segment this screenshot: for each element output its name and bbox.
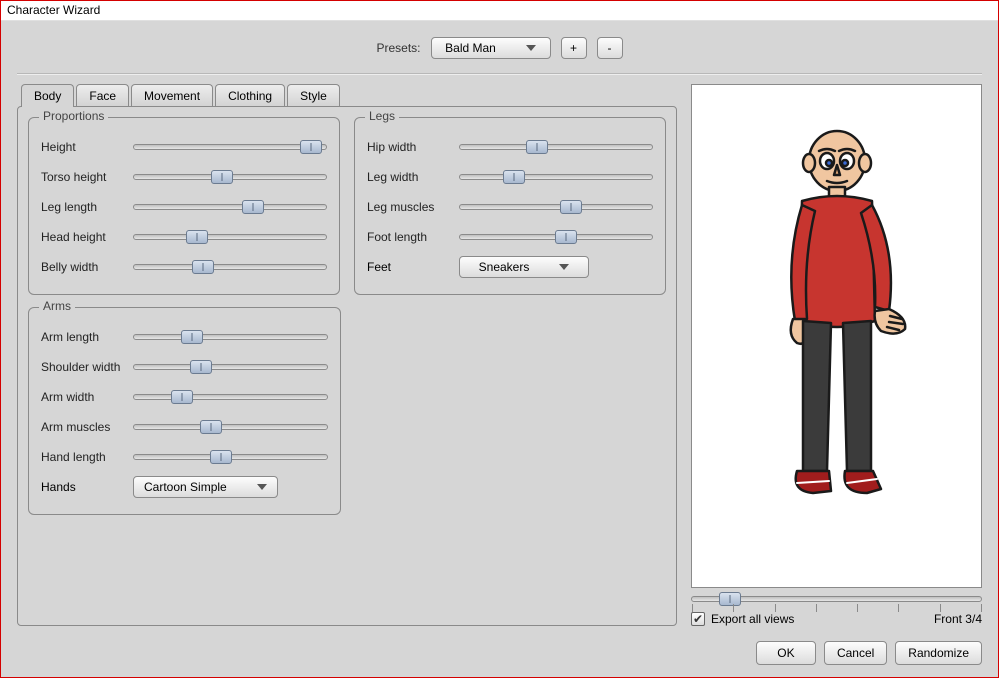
tab-style[interactable]: Style [287, 84, 340, 107]
hands-label: Hands [41, 480, 133, 494]
chevron-down-icon [559, 264, 569, 270]
preset-remove-button[interactable]: - [597, 37, 623, 59]
slider-label: Head height [41, 230, 133, 244]
slider-foot-length[interactable] [459, 234, 653, 240]
feet-dropdown[interactable]: Sneakers [459, 256, 589, 278]
slider-label: Shoulder width [41, 360, 133, 374]
export-all-views-checkbox[interactable]: ✔ Export all views [691, 612, 794, 626]
slider-arm-length[interactable] [133, 334, 328, 340]
slider-thumb[interactable] [560, 200, 582, 214]
preset-add-button[interactable]: + [561, 37, 587, 59]
slider-leg-length[interactable] [133, 204, 327, 210]
slider-thumb[interactable] [555, 230, 577, 244]
window: Character Wizard Presets: Bald Man + - B… [0, 0, 999, 678]
slider-label: Height [41, 140, 133, 154]
presets-dropdown[interactable]: Bald Man [431, 37, 551, 59]
group-arms: Arms Arm length Shoulder width Arm width [28, 307, 341, 515]
content-area: Presets: Bald Man + - Body Face Movement… [1, 21, 998, 677]
group-legs: Legs Hip width Leg width Leg muscles [354, 117, 666, 295]
presets-label: Presets: [376, 41, 420, 55]
slider-torso-height[interactable] [133, 174, 327, 180]
slider-hip-width[interactable] [459, 144, 653, 150]
dialog-buttons: OK Cancel Randomize [756, 641, 982, 665]
slider-thumb[interactable] [171, 390, 193, 404]
slider-thumb[interactable] [526, 140, 548, 154]
view-name: Front 3/4 [934, 612, 982, 626]
feet-selected: Sneakers [479, 260, 530, 274]
slider-arm-width[interactable] [133, 394, 328, 400]
slider-label: Arm muscles [41, 420, 133, 434]
slider-label: Arm width [41, 390, 133, 404]
slider-thumb[interactable] [200, 420, 222, 434]
slider-thumb[interactable] [503, 170, 525, 184]
slider-leg-width[interactable] [459, 174, 653, 180]
cancel-button[interactable]: Cancel [824, 641, 887, 665]
slider-label: Hand length [41, 450, 133, 464]
plus-icon: + [570, 41, 577, 55]
slider-label: Torso height [41, 170, 133, 184]
slider-label: Leg width [367, 170, 459, 184]
slider-thumb[interactable] [211, 170, 233, 184]
slider-label: Hip width [367, 140, 459, 154]
checkmark-icon: ✔ [691, 612, 705, 626]
slider-shoulder-width[interactable] [133, 364, 328, 370]
group-legend: Arms [39, 299, 75, 313]
group-proportions: Proportions Height Torso height Leg leng… [28, 117, 340, 295]
feet-label: Feet [367, 260, 459, 274]
slider-label: Belly width [41, 260, 133, 274]
slider-height[interactable] [133, 144, 327, 150]
window-title: Character Wizard [1, 1, 998, 21]
tab-face[interactable]: Face [76, 84, 129, 107]
tab-panel-body: Proportions Height Torso height Leg leng… [17, 106, 677, 626]
view-angle-slider[interactable] [691, 596, 982, 602]
slider-thumb[interactable] [719, 592, 741, 606]
divider [17, 73, 982, 74]
slider-hand-length[interactable] [133, 454, 328, 460]
preview-canvas [691, 84, 982, 588]
tab-body[interactable]: Body [21, 84, 74, 107]
group-legend: Legs [365, 109, 399, 123]
tab-clothing[interactable]: Clothing [215, 84, 285, 107]
slider-thumb[interactable] [190, 360, 212, 374]
ok-button[interactable]: OK [756, 641, 816, 665]
minus-icon: - [608, 41, 612, 55]
slider-label: Leg muscles [367, 200, 459, 214]
slider-label: Foot length [367, 230, 459, 244]
chevron-down-icon [526, 45, 536, 51]
hands-selected: Cartoon Simple [144, 480, 227, 494]
slider-label: Arm length [41, 330, 133, 344]
group-legend: Proportions [39, 109, 108, 123]
slider-head-height[interactable] [133, 234, 327, 240]
presets-selected: Bald Man [445, 41, 496, 55]
character-preview-icon [747, 121, 927, 551]
tab-movement[interactable]: Movement [131, 84, 213, 107]
hands-dropdown[interactable]: Cartoon Simple [133, 476, 278, 498]
randomize-button[interactable]: Randomize [895, 641, 982, 665]
slider-label: Leg length [41, 200, 133, 214]
slider-belly-width[interactable] [133, 264, 327, 270]
chevron-down-icon [257, 484, 267, 490]
slider-arm-muscles[interactable] [133, 424, 328, 430]
export-label: Export all views [711, 612, 794, 626]
slider-thumb[interactable] [242, 200, 264, 214]
slider-thumb[interactable] [181, 330, 203, 344]
preset-row: Presets: Bald Man + - [17, 33, 982, 69]
slider-thumb[interactable] [192, 260, 214, 274]
tab-bar: Body Face Movement Clothing Style [17, 84, 677, 107]
slider-thumb[interactable] [300, 140, 322, 154]
slider-thumb[interactable] [210, 450, 232, 464]
slider-thumb[interactable] [186, 230, 208, 244]
slider-leg-muscles[interactable] [459, 204, 653, 210]
